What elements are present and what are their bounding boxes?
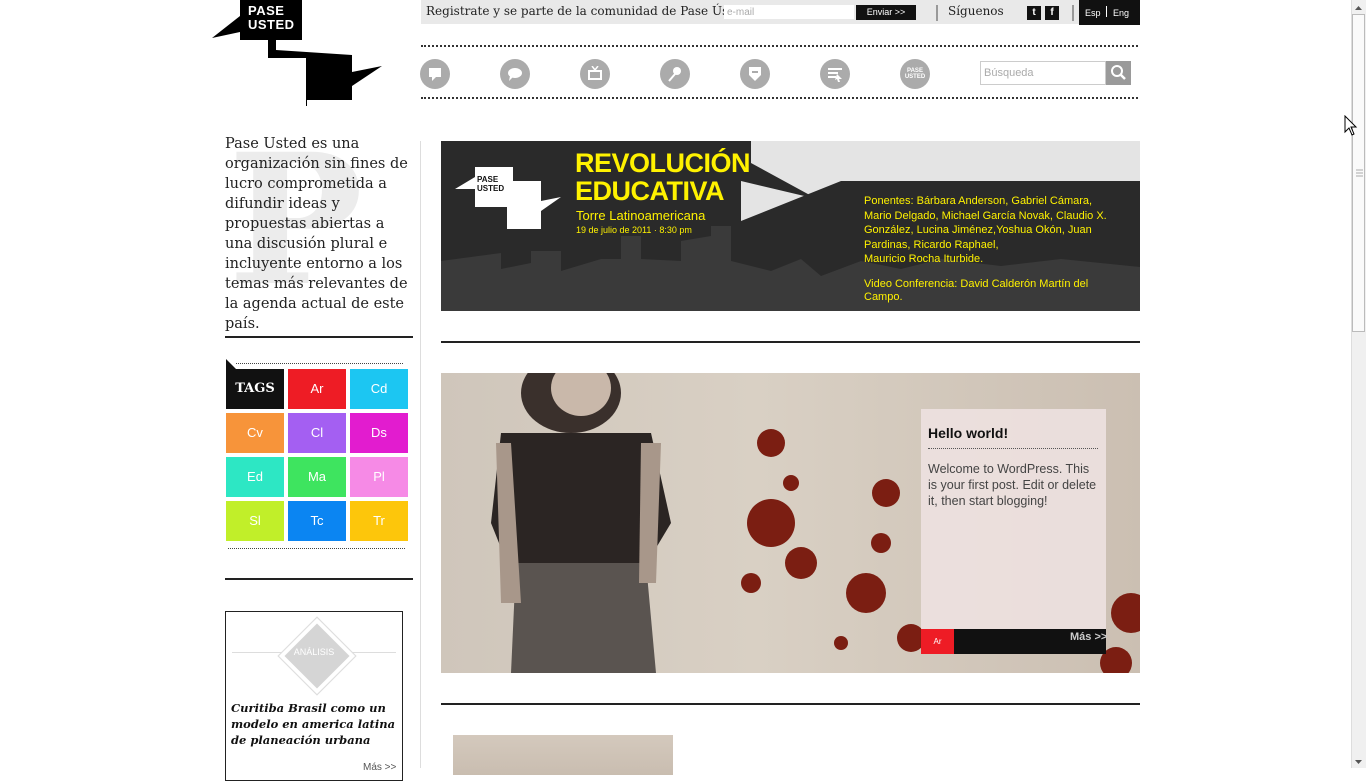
scroll-up-button[interactable] [1351, 0, 1366, 14]
search-input[interactable] [980, 61, 1106, 85]
tag-tc[interactable]: Tc [288, 501, 346, 541]
divider [936, 5, 938, 21]
event-banner[interactable]: PASE USTED REVOLUCIÓN EDUCATIVA Torre La… [441, 141, 1140, 311]
pase-usted-icon[interactable]: PASE USTED [900, 59, 930, 89]
search-icon [1111, 65, 1126, 80]
banner-speakers: Ponentes: Bárbara Anderson, Gabriel Cáma… [864, 195, 1107, 265]
banner-logo-text: PASE USTED [477, 175, 505, 193]
dotted-divider [236, 363, 403, 364]
facebook-icon[interactable]: f [1045, 6, 1059, 20]
tag-ed[interactable]: Ed [226, 457, 284, 497]
tag-cv[interactable]: Cv [226, 413, 284, 453]
list-cursor-icon[interactable] [820, 59, 850, 89]
register-text[interactable]: Registrate y se parte de la comunidad de… [426, 4, 748, 18]
post-card [921, 409, 1106, 629]
tag-sl[interactable]: Sl [226, 501, 284, 541]
twitter-icon[interactable]: t [1027, 6, 1041, 20]
column-divider [420, 141, 421, 768]
divider [1072, 5, 1074, 21]
analysis-title[interactable]: Curitiba Brasil como un modelo en americ… [231, 700, 401, 748]
banner-video-conference: Video Conferencia: David Calderón Martín… [864, 278, 1089, 303]
scroll-down-button[interactable] [1351, 754, 1366, 768]
lang-es-link[interactable]: Esp [1085, 8, 1101, 18]
divider [441, 341, 1140, 343]
lang-en-link[interactable]: Eng [1113, 8, 1129, 18]
tag-tr[interactable]: Tr [350, 501, 408, 541]
email-input[interactable] [724, 5, 854, 19]
banner-title: REVOLUCIÓN EDUCATIVA [575, 148, 751, 206]
analysis-badge: ANÁLISIS [293, 647, 335, 657]
arrow-up-icon [1355, 6, 1362, 10]
microphone-icon[interactable] [660, 59, 690, 89]
dotted-divider [228, 548, 405, 549]
logo-text: PASE USTED [248, 3, 295, 32]
tag-cd[interactable]: Cd [350, 369, 408, 409]
tag-pl[interactable]: Pl [350, 457, 408, 497]
search-button[interactable] [1106, 61, 1131, 85]
divider [225, 336, 413, 338]
banner-venue: Torre Latinoamericana [576, 208, 706, 223]
follow-label: Síguenos [948, 4, 1004, 18]
post-excerpt: Welcome to WordPress. This is your first… [928, 462, 1097, 508]
comments-icon[interactable] [420, 59, 450, 89]
banner-date: 19 de julio de 2011 · 8:30 pm [576, 225, 692, 235]
dotted-divider [421, 45, 1138, 47]
tags-label: TAGS [226, 369, 284, 409]
badge-icon[interactable] [740, 59, 770, 89]
scrollbar-thumb[interactable] [1352, 14, 1365, 332]
tag-ds[interactable]: Ds [350, 413, 408, 453]
tag-ar[interactable]: Ar [288, 369, 346, 409]
divider [441, 703, 1140, 705]
divider [225, 578, 413, 580]
chat-bubble-icon[interactable] [500, 59, 530, 89]
mouse-cursor-icon [1344, 115, 1358, 136]
tag-cl[interactable]: Cl [288, 413, 346, 453]
post-title[interactable]: Hello world! [928, 425, 1008, 441]
dotted-divider [421, 97, 1138, 99]
post-thumbnail[interactable] [453, 735, 673, 775]
post-more-link[interactable]: Más >> [1070, 631, 1107, 643]
grip-icon [1356, 169, 1363, 177]
tag-ma[interactable]: Ma [288, 457, 346, 497]
tv-icon[interactable] [580, 59, 610, 89]
arrow-down-icon [1355, 760, 1362, 764]
dotted-divider [928, 448, 1098, 449]
post-tag-ar[interactable]: Ar [921, 629, 954, 654]
site-logo[interactable] [212, 0, 384, 106]
about-text: Pase Usted es una organización sin fines… [225, 136, 408, 332]
send-button[interactable]: Enviar >> [856, 5, 916, 20]
divider [1106, 6, 1107, 17]
